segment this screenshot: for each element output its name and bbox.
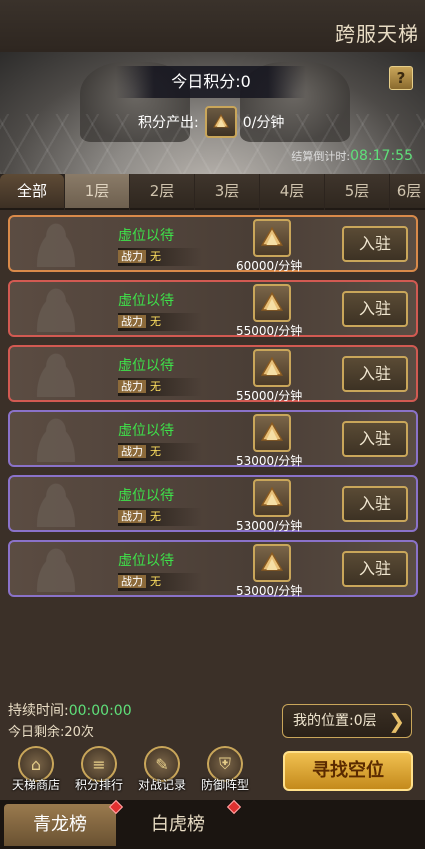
my-position-button[interactable]: 我的位置:0层 ❯ [282, 704, 412, 738]
empty-avatar-icon [32, 548, 80, 592]
page-title: 跨服天梯 [335, 22, 419, 46]
action-bar: ⌂ 天梯商店 ≡ 积分排行 ✎ 对战记录 ⛨ 防御阵型 [6, 744, 258, 796]
tab-floor-5[interactable]: 5层 [325, 174, 389, 210]
ladder-shop-button[interactable]: ⌂ 天梯商店 [6, 744, 66, 796]
scroll-icon [253, 219, 291, 257]
countdown-time: 08:17:55 [350, 148, 413, 164]
title-bar: 跨服天梯 [0, 0, 425, 52]
slot-status: 虚位以待 [118, 423, 174, 439]
slot-status: 虚位以待 [118, 553, 174, 569]
enter-button[interactable]: 入驻 [342, 551, 408, 587]
help-icon[interactable]: ? [389, 66, 413, 90]
duration-label: 持续时间: [8, 703, 69, 719]
slot-rate: 60000/分钟 [236, 259, 303, 273]
power-value: 无 [150, 380, 161, 393]
slot-status: 虚位以待 [118, 293, 174, 309]
my-position-label: 我的位置:0层 [293, 713, 377, 729]
tab-floor-6[interactable]: 6层 [390, 174, 425, 210]
scroll-icon [253, 284, 291, 322]
power: 战力无 [118, 443, 202, 461]
power-value: 无 [150, 250, 161, 263]
power: 战力无 [118, 508, 202, 526]
power-label: 战力 [118, 575, 146, 588]
slot-row: 虚位以待 战力无 55000/分钟 入驻 [8, 345, 418, 403]
tab-floor-2[interactable]: 2层 [130, 174, 194, 210]
slot-row: 虚位以待 战力无 53000/分钟 入驻 [8, 540, 418, 598]
scroll-icon [253, 544, 291, 582]
today-score: 今日积分:0 [116, 66, 306, 98]
tab-floor-4[interactable]: 4层 [260, 174, 324, 210]
slot-rate: 53000/分钟 [236, 584, 303, 598]
tab-floor-1[interactable]: 1层 [65, 174, 129, 210]
enter-button[interactable]: 入驻 [342, 226, 408, 262]
slot-rate: 53000/分钟 [236, 454, 303, 468]
power-label: 战力 [118, 445, 146, 458]
slot-rate: 55000/分钟 [236, 389, 303, 403]
notification-dot-icon [226, 799, 242, 815]
output-label: 积分产出: [138, 115, 199, 131]
tab-qinglong[interactable]: 青龙榜 [4, 804, 116, 846]
scroll-icon [253, 349, 291, 387]
battle-record-button[interactable]: ✎ 对战记录 [132, 744, 192, 796]
score-rank-label: 积分排行 [74, 778, 123, 792]
empty-avatar-icon [32, 223, 80, 267]
output-rate: 0/分钟 [242, 115, 285, 131]
power-label: 战力 [118, 250, 146, 263]
find-slot-button[interactable]: 寻找空位 [283, 751, 413, 791]
empty-avatar-icon [32, 418, 80, 462]
tab-floor-3[interactable]: 3层 [195, 174, 259, 210]
slot-rate: 53000/分钟 [236, 519, 303, 533]
duration-time: 00:00:00 [68, 703, 132, 719]
floor-tabs: 全部 1层 2层 3层 4层 5层 6层 [0, 174, 425, 210]
power-value: 无 [150, 315, 161, 328]
slot-row: 虚位以待 战力无 55000/分钟 入驻 [8, 280, 418, 338]
scroll-icon [253, 414, 291, 452]
power: 战力无 [118, 573, 202, 591]
ladder-shop-label: 天梯商店 [11, 778, 60, 792]
slot-status: 虚位以待 [118, 358, 174, 374]
enter-button[interactable]: 入驻 [342, 291, 408, 327]
footer-tabs: 青龙榜 白虎榜 [0, 799, 425, 849]
slot-list: 虚位以待 战力无 60000/分钟 入驻 虚位以待 战力无 55000/分钟 入… [8, 215, 420, 605]
empty-avatar-icon [32, 288, 80, 332]
enter-button[interactable]: 入驻 [342, 421, 408, 457]
score-output: 积分产出: 0/分钟 [138, 106, 284, 138]
countdown: 结算倒计时:08:17:55 [291, 148, 413, 164]
power: 战力无 [118, 378, 202, 396]
tab-baihu[interactable]: 白虎榜 [128, 804, 228, 846]
empty-avatar-icon [32, 483, 80, 527]
power-label: 战力 [118, 315, 146, 328]
scroll-icon [253, 479, 291, 517]
defense-formation-label: 防御阵型 [200, 778, 249, 792]
score-rank-button[interactable]: ≡ 积分排行 [69, 744, 129, 796]
enter-button[interactable]: 入驻 [342, 486, 408, 522]
scroll-icon [204, 106, 237, 138]
countdown-label: 结算倒计时: [291, 150, 351, 163]
battle-record-label: 对战记录 [137, 778, 186, 792]
power-value: 无 [150, 510, 161, 523]
duration: 持续时间:00:00:00 [8, 700, 132, 720]
slot-row: 虚位以待 战力无 53000/分钟 入驻 [8, 475, 418, 533]
empty-avatar-icon [32, 353, 80, 397]
slot-rate: 55000/分钟 [236, 324, 303, 338]
power-value: 无 [150, 575, 161, 588]
power: 战力无 [118, 248, 202, 266]
chevron-right-icon: ❯ [388, 709, 405, 733]
slot-row: 虚位以待 战力无 60000/分钟 入驻 [8, 215, 418, 273]
power-label: 战力 [118, 510, 146, 523]
remaining-attempts: 今日剩余:20次 [8, 725, 94, 740]
enter-button[interactable]: 入驻 [342, 356, 408, 392]
tab-all[interactable]: 全部 [0, 174, 64, 210]
slot-status: 虚位以待 [118, 488, 174, 504]
power-label: 战力 [118, 380, 146, 393]
slot-status: 虚位以待 [118, 228, 174, 244]
power-value: 无 [150, 445, 161, 458]
slot-row: 虚位以待 战力无 53000/分钟 入驻 [8, 410, 418, 468]
defense-formation-button[interactable]: ⛨ 防御阵型 [195, 744, 255, 796]
power: 战力无 [118, 313, 202, 331]
